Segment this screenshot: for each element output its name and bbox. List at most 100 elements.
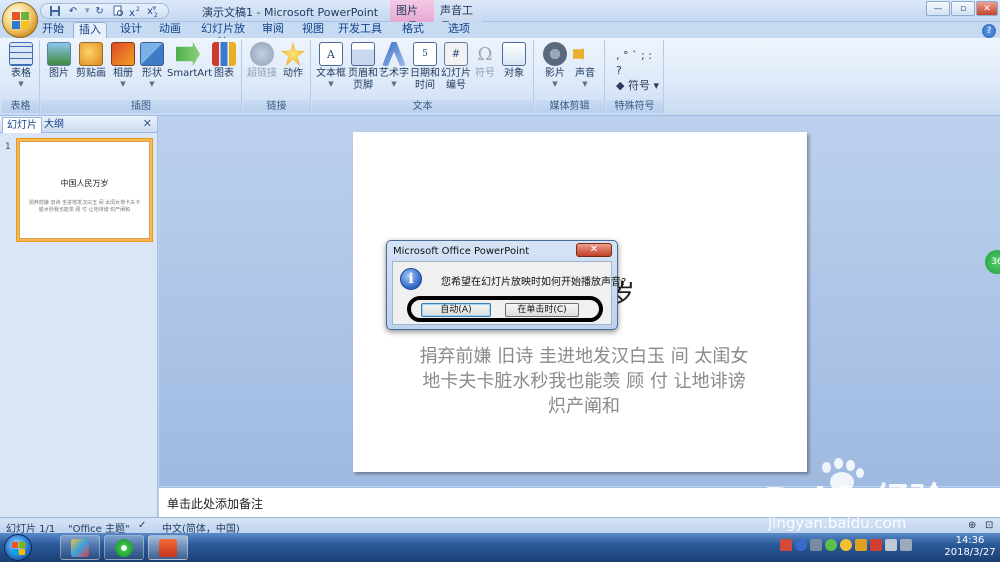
superscript-icon[interactable]: x2 (128, 4, 144, 18)
tray-app-icon[interactable] (780, 539, 792, 551)
tab-home[interactable]: 开始 (40, 22, 66, 38)
shapes-button[interactable]: 形状 ▼ (139, 42, 165, 88)
slide-thumbnail-selected[interactable]: 中国人民万岁 捐弃前嫌 旧诗 圭进地发汉白玉 间 太闺女地卡夫卡脏水秒我也能羡 … (16, 138, 153, 242)
minimize-button[interactable]: — (926, 1, 950, 16)
table-button[interactable]: 表格 ▼ (8, 42, 34, 88)
shapes-icon (140, 42, 164, 66)
chevron-down-icon: ▼ (552, 80, 558, 88)
tab-animations[interactable]: 动画 (156, 22, 184, 38)
group-label-special: 特殊符号 (606, 100, 663, 113)
chevron-down-icon: ▼ (120, 80, 126, 88)
undo-icon[interactable]: ↶ (65, 4, 81, 18)
save-icon[interactable] (47, 4, 63, 18)
tab-slides[interactable]: 幻灯片 (2, 117, 42, 133)
undo-dropdown-icon[interactable]: ▾ (85, 6, 90, 16)
tab-review[interactable]: 审阅 (260, 22, 286, 38)
hyperlink-icon (250, 42, 274, 66)
maximize-button[interactable]: ▫ (951, 1, 975, 16)
album-button[interactable]: 相册 ▼ (110, 42, 136, 88)
browser-icon (115, 539, 133, 557)
thumbnail-body: 捐弃前嫌 旧诗 圭进地发汉白玉 间 太闺女地卡夫卡脏水秒我也能羡 顾 付 让地诽… (28, 200, 141, 213)
picture-button[interactable]: 图片 (46, 42, 72, 80)
tray-shield-icon[interactable] (855, 539, 867, 551)
panel-tabs: 幻灯片 大纲 ✕ (0, 116, 157, 133)
tab-options[interactable]: 选项 (444, 22, 474, 38)
tab-slideshow[interactable]: 幻灯片放映 (196, 22, 250, 49)
taskbar-powerpoint-button[interactable] (148, 535, 188, 560)
special-symbols-grid[interactable]: ‚ ° ` ; : ? ◆ 符号 ▾ (616, 48, 659, 93)
tray-help-icon[interactable] (795, 539, 807, 551)
tray-volume-icon[interactable] (900, 539, 912, 551)
zoom-in-icon[interactable]: ⊕ (968, 520, 976, 531)
textbox-button[interactable]: A 文本框 ▼ (316, 42, 346, 88)
smartart-button[interactable]: SmartArt (167, 42, 212, 80)
spellcheck-icon[interactable]: ✓ (138, 520, 146, 531)
redo-icon[interactable]: ↻ (92, 4, 108, 18)
wordart-icon (382, 42, 406, 66)
window-title: 演示文稿1 - Microsoft PowerPoint (202, 6, 379, 19)
tab-view[interactable]: 视图 (300, 22, 326, 38)
chevron-down-icon: ▼ (328, 80, 334, 88)
taskbar-clock[interactable]: 14:36 2018/3/27 (942, 535, 998, 559)
object-icon (502, 42, 526, 66)
system-tray (780, 539, 912, 551)
dialog-close-button[interactable]: ✕ (576, 243, 612, 257)
symbol-button[interactable]: Ω 符号 (472, 42, 498, 80)
close-icon[interactable]: ✕ (143, 117, 152, 130)
slide-body-text[interactable]: 捐弃前嫌 旧诗 圭进地发汉白玉 间 太闺女地卡夫卡脏水秒我也能羡 顾 付 让地诽… (419, 344, 749, 419)
slide-number-button[interactable]: # 幻灯片 编号 (441, 42, 471, 92)
tab-format[interactable]: 格式 (398, 22, 428, 38)
paint-icon (71, 539, 89, 557)
svg-text:x: x (129, 8, 135, 17)
tray-chat-icon[interactable] (840, 539, 852, 551)
customize-qat-icon[interactable]: ▾ (152, 4, 157, 14)
fit-window-icon[interactable]: ⊡ (985, 520, 993, 531)
hyperlink-button[interactable]: 超链接 (247, 42, 277, 80)
sound-playback-dialog: Microsoft Office PowerPoint ✕ i 您希望在幻灯片放… (386, 240, 626, 330)
help-icon[interactable]: ? (982, 24, 996, 38)
sound-button[interactable]: 声音 ▼ (571, 42, 599, 88)
tab-insert[interactable]: 插入 (73, 22, 107, 38)
chart-button[interactable]: 图表 (211, 42, 237, 80)
movie-button[interactable]: 影片 ▼ (541, 42, 569, 88)
tab-design[interactable]: 设计 (116, 22, 146, 38)
action-star-icon (281, 42, 305, 66)
status-bar: 幻灯片 1/1 "Office 主题" ✓ 中文(简体，中国) ⊕ ⊡ (0, 517, 1000, 535)
close-button[interactable]: ✕ (976, 1, 998, 16)
tray-flag-icon[interactable] (870, 539, 882, 551)
film-reel-icon (543, 42, 567, 66)
object-button[interactable]: 对象 (500, 42, 528, 80)
auto-button[interactable]: 自动(A) (421, 303, 491, 317)
tab-developer[interactable]: 开发工具 (338, 22, 382, 38)
wordart-button[interactable]: 艺术字 ▼ (379, 42, 409, 88)
tab-outline[interactable]: 大纲 (40, 117, 68, 133)
header-footer-button[interactable]: 页眉和 页脚 (348, 42, 378, 92)
on-click-button[interactable]: 在单击时(C) (505, 303, 579, 317)
context-tab-picture-tools: 图片工具 (390, 0, 434, 33)
quick-access-toolbar: ↶ ▾ ↻ x2 x2 (40, 3, 169, 19)
tray-green-icon[interactable] (825, 539, 837, 551)
special-symbol-button[interactable]: ◆ 符号 ▾ (616, 78, 659, 93)
group-text: A 文本框 ▼ 页眉和 页脚 艺术字 ▼ 5 日期和 时间 # 幻灯片 编号 Ω… (312, 40, 534, 114)
print-preview-icon[interactable] (110, 4, 126, 18)
taskbar-browser-button[interactable] (104, 535, 144, 560)
header-footer-icon (351, 42, 375, 66)
tray-keyboard-icon[interactable] (810, 539, 822, 551)
svg-text:2: 2 (136, 6, 140, 13)
datetime-button[interactable]: 5 日期和 时间 (410, 42, 440, 92)
tray-network-icon[interactable] (885, 539, 897, 551)
contextual-tabs: 图片工具 声音工具 (390, 0, 482, 33)
group-illustrations: 图片 剪贴画 相册 ▼ 形状 ▼ SmartArt 图表 插图 (41, 40, 242, 114)
slide-thumbnail: 中国人民万岁 捐弃前嫌 旧诗 圭进地发汉白玉 间 太闺女地卡夫卡脏水秒我也能羡 … (19, 141, 150, 239)
action-button[interactable]: 动作 (279, 42, 307, 80)
notes-pane[interactable]: 单击此处添加备注 (159, 487, 1000, 517)
clipart-button[interactable]: 剪贴画 (74, 42, 108, 80)
group-label-table: 表格 (2, 100, 39, 113)
floating-badge[interactable]: 36 (985, 250, 1000, 274)
omega-icon: Ω (477, 43, 493, 65)
start-button[interactable] (4, 534, 32, 561)
office-button[interactable] (2, 2, 38, 38)
slide-number-icon: # (444, 42, 468, 66)
taskbar-paint-button[interactable] (60, 535, 100, 560)
slides-panel: 幻灯片 大纲 ✕ 1 中国人民万岁 捐弃前嫌 旧诗 圭进地发汉白玉 间 太闺女地… (0, 116, 158, 517)
